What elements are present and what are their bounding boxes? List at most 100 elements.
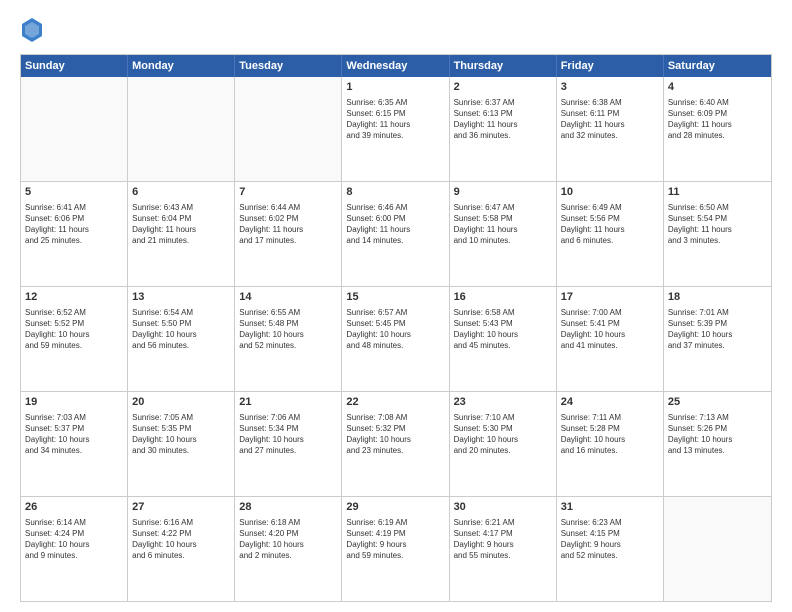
day-info: Sunrise: 7:13 AM Sunset: 5:26 PM Dayligh… [668,412,767,457]
day-info: Sunrise: 7:08 AM Sunset: 5:32 PM Dayligh… [346,412,444,457]
day-number: 28 [239,500,337,515]
day-info: Sunrise: 6:44 AM Sunset: 6:02 PM Dayligh… [239,202,337,247]
day-cell-11: 11 Sunrise: 6:50 AM Sunset: 5:54 PM Dayli… [664,182,771,286]
day-info: Sunrise: 6:57 AM Sunset: 5:45 PM Dayligh… [346,307,444,352]
day-info: Sunrise: 6:50 AM Sunset: 5:54 PM Dayligh… [668,202,767,247]
day-cell-17: 17 Sunrise: 7:00 AM Sunset: 5:41 PM Dayli… [557,287,664,391]
weekday-header-monday: Monday [128,55,235,77]
day-number: 26 [25,500,123,515]
day-info: Sunrise: 6:35 AM Sunset: 6:15 PM Dayligh… [346,97,444,142]
day-number: 16 [454,290,552,305]
weekday-header-thursday: Thursday [450,55,557,77]
day-cell-10: 10Sunrise: 6:49 AM Sunset: 5:56 PM Dayli… [557,182,664,286]
day-number: 17 [561,290,659,305]
day-info: Sunrise: 6:43 AM Sunset: 6:04 PM Dayligh… [132,202,230,247]
calendar-row-0: 1 Sunrise: 6:35 AM Sunset: 6:15 PM Daylig… [21,77,771,181]
day-cell-4: 4Sunrise: 6:40 AM Sunset: 6:09 PM Daylig… [664,77,771,181]
calendar-row-1: 5 Sunrise: 6:41 AM Sunset: 6:06 PM Daylig… [21,181,771,286]
day-number: 10 [561,185,659,200]
day-number: 8 [346,185,444,200]
day-cell-5: 5 Sunrise: 6:41 AM Sunset: 6:06 PM Daylig… [21,182,128,286]
day-info: Sunrise: 7:11 AM Sunset: 5:28 PM Dayligh… [561,412,659,457]
day-info: Sunrise: 6:58 AM Sunset: 5:43 PM Dayligh… [454,307,552,352]
header [20,16,772,44]
day-number: 25 [668,395,767,410]
day-info: Sunrise: 6:54 AM Sunset: 5:50 PM Dayligh… [132,307,230,352]
day-info: Sunrise: 7:03 AM Sunset: 5:37 PM Dayligh… [25,412,123,457]
day-cell-29: 29 Sunrise: 6:19 AM Sunset: 4:19 PM Dayli… [342,497,449,601]
calendar-row-3: 19 Sunrise: 7:03 AM Sunset: 5:37 PM Dayli… [21,391,771,496]
day-cell-30: 30 Sunrise: 6:21 AM Sunset: 4:17 PM Dayli… [450,497,557,601]
day-number: 20 [132,395,230,410]
day-cell-31: 31Sunrise: 6:23 AM Sunset: 4:15 PM Dayli… [557,497,664,601]
day-cell-13: 13 Sunrise: 6:54 AM Sunset: 5:50 PM Dayli… [128,287,235,391]
day-number: 19 [25,395,123,410]
day-cell-21: 21 Sunrise: 7:06 AM Sunset: 5:34 PM Dayli… [235,392,342,496]
day-number: 2 [454,80,552,95]
day-number: 21 [239,395,337,410]
weekday-header-friday: Friday [557,55,664,77]
day-info: Sunrise: 6:47 AM Sunset: 5:58 PM Dayligh… [454,202,552,247]
day-cell-2: 2Sunrise: 6:37 AM Sunset: 6:13 PM Daylig… [450,77,557,181]
day-number: 11 [668,185,767,200]
day-cell-8: 8 Sunrise: 6:46 AM Sunset: 6:00 PM Daylig… [342,182,449,286]
day-number: 27 [132,500,230,515]
day-number: 1 [346,80,444,95]
day-number: 12 [25,290,123,305]
empty-cell [21,77,128,181]
day-cell-28: 28 Sunrise: 6:18 AM Sunset: 4:20 PM Dayli… [235,497,342,601]
calendar-row-4: 26Sunrise: 6:14 AM Sunset: 4:24 PM Dayli… [21,496,771,601]
day-cell-16: 16 Sunrise: 6:58 AM Sunset: 5:43 PM Dayli… [450,287,557,391]
day-info: Sunrise: 7:01 AM Sunset: 5:39 PM Dayligh… [668,307,767,352]
day-info: Sunrise: 6:16 AM Sunset: 4:22 PM Dayligh… [132,517,230,562]
day-number: 9 [454,185,552,200]
day-info: Sunrise: 6:55 AM Sunset: 5:48 PM Dayligh… [239,307,337,352]
day-info: Sunrise: 6:19 AM Sunset: 4:19 PM Dayligh… [346,517,444,562]
day-cell-12: 12 Sunrise: 6:52 AM Sunset: 5:52 PM Dayli… [21,287,128,391]
day-info: Sunrise: 7:00 AM Sunset: 5:41 PM Dayligh… [561,307,659,352]
day-info: Sunrise: 6:23 AM Sunset: 4:15 PM Dayligh… [561,517,659,562]
logo-icon [20,16,44,44]
day-info: Sunrise: 6:52 AM Sunset: 5:52 PM Dayligh… [25,307,123,352]
calendar-body: 1 Sunrise: 6:35 AM Sunset: 6:15 PM Daylig… [21,77,771,601]
day-number: 18 [668,290,767,305]
day-number: 13 [132,290,230,305]
calendar: SundayMondayTuesdayWednesdayThursdayFrid… [20,54,772,602]
day-number: 22 [346,395,444,410]
day-number: 4 [668,80,767,95]
day-info: Sunrise: 6:38 AM Sunset: 6:11 PM Dayligh… [561,97,659,142]
day-number: 23 [454,395,552,410]
day-number: 14 [239,290,337,305]
day-info: Sunrise: 7:10 AM Sunset: 5:30 PM Dayligh… [454,412,552,457]
day-info: Sunrise: 7:06 AM Sunset: 5:34 PM Dayligh… [239,412,337,457]
day-info: Sunrise: 6:41 AM Sunset: 6:06 PM Dayligh… [25,202,123,247]
day-cell-24: 24 Sunrise: 7:11 AM Sunset: 5:28 PM Dayli… [557,392,664,496]
day-cell-27: 27 Sunrise: 6:16 AM Sunset: 4:22 PM Dayli… [128,497,235,601]
weekday-header-saturday: Saturday [664,55,771,77]
day-number: 29 [346,500,444,515]
day-number: 5 [25,185,123,200]
day-cell-3: 3Sunrise: 6:38 AM Sunset: 6:11 PM Daylig… [557,77,664,181]
empty-cell [128,77,235,181]
day-cell-19: 19 Sunrise: 7:03 AM Sunset: 5:37 PM Dayli… [21,392,128,496]
day-number: 7 [239,185,337,200]
day-info: Sunrise: 6:21 AM Sunset: 4:17 PM Dayligh… [454,517,552,562]
day-info: Sunrise: 6:18 AM Sunset: 4:20 PM Dayligh… [239,517,337,562]
day-cell-1: 1 Sunrise: 6:35 AM Sunset: 6:15 PM Daylig… [342,77,449,181]
weekday-header-tuesday: Tuesday [235,55,342,77]
day-number: 15 [346,290,444,305]
weekday-header-wednesday: Wednesday [342,55,449,77]
weekday-header-sunday: Sunday [21,55,128,77]
day-info: Sunrise: 6:46 AM Sunset: 6:00 PM Dayligh… [346,202,444,247]
day-cell-6: 6 Sunrise: 6:43 AM Sunset: 6:04 PM Daylig… [128,182,235,286]
calendar-header: SundayMondayTuesdayWednesdayThursdayFrid… [21,55,771,77]
day-cell-7: 7 Sunrise: 6:44 AM Sunset: 6:02 PM Daylig… [235,182,342,286]
day-cell-22: 22 Sunrise: 7:08 AM Sunset: 5:32 PM Dayli… [342,392,449,496]
day-cell-26: 26Sunrise: 6:14 AM Sunset: 4:24 PM Dayli… [21,497,128,601]
empty-cell [664,497,771,601]
day-number: 30 [454,500,552,515]
day-number: 24 [561,395,659,410]
empty-cell [235,77,342,181]
day-number: 6 [132,185,230,200]
day-cell-20: 20Sunrise: 7:05 AM Sunset: 5:35 PM Dayli… [128,392,235,496]
